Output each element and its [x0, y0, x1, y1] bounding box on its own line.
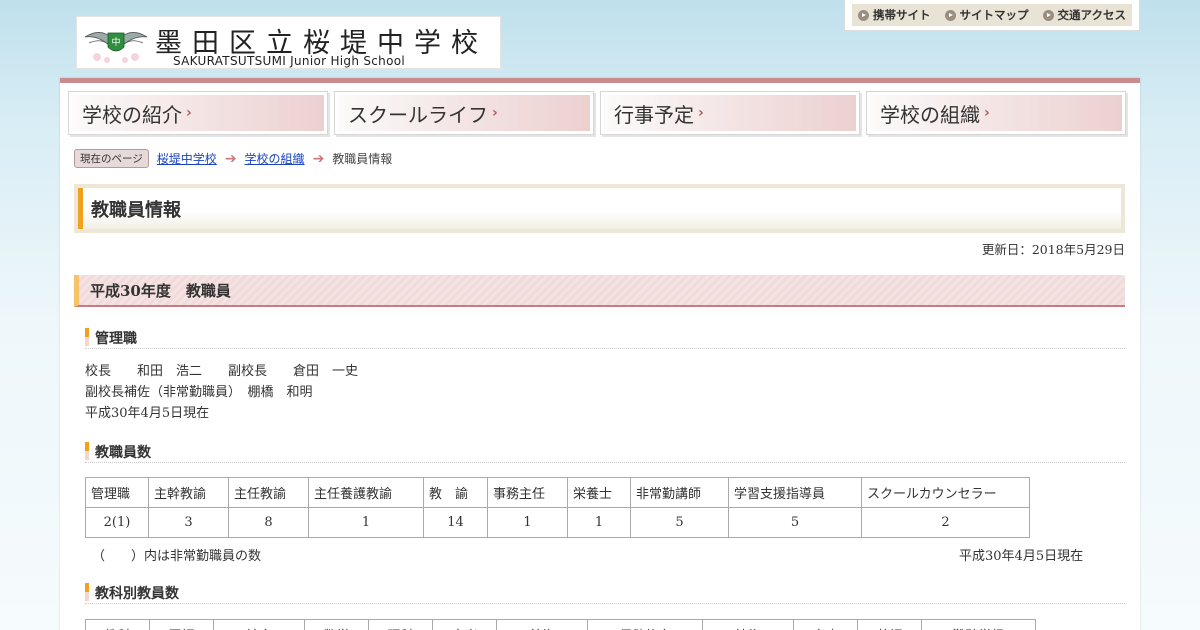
table-header-cell: 国語: [149, 619, 214, 630]
school-logo[interactable]: 中 墨田区立桜堤中学校 SAKURATSUTSUMI Junior High S…: [76, 16, 501, 69]
table-header-cell: 栄養士: [567, 477, 631, 508]
table-header-cell: 事務主任: [487, 477, 568, 508]
table-header-cell: 教科: [85, 619, 150, 630]
table-header-cell: 美術: [496, 619, 588, 630]
table-cell: 1: [308, 507, 424, 538]
school-emblem-icon: 中: [84, 32, 148, 63]
arrow-circle-icon: [1042, 9, 1054, 21]
breadcrumb-badge: 現在のページ: [74, 149, 149, 168]
table-header-cell: スクールカウンセラー: [861, 477, 1030, 508]
management-heading: 管理職: [85, 327, 1125, 349]
management-line: 校長 和田 浩二 副校長 倉田 一史: [85, 364, 359, 379]
arrow-circle-icon: [858, 9, 870, 21]
table-header-cell: 学習支援指導員: [728, 477, 862, 508]
table-header-cell: 英語: [857, 619, 922, 630]
staff-count-note: （ ）内は非常勤職員の数: [92, 549, 262, 564]
table-header-row: 管理職 主幹教諭 主任教諭 主任養護教諭 教 諭 事務主任 栄養士 非常勤講師 …: [85, 477, 1030, 508]
gnav-item-school-life[interactable]: スクールライフ ›: [334, 91, 594, 135]
table-header-cell: 管理職: [85, 477, 149, 508]
table-header-cell: 主任教諭: [228, 477, 309, 508]
table-header-cell: 技術: [702, 619, 794, 630]
table-header-cell: 主幹教諭: [148, 477, 229, 508]
util-link-sitemap[interactable]: サイトマップ: [944, 7, 1029, 23]
table-header-cell: 数学: [304, 619, 369, 630]
arrow-right-icon: ➔: [312, 150, 325, 167]
gnav-label: スクールライフ: [348, 102, 488, 127]
chevron-right-icon: ›: [698, 105, 704, 121]
section-heading: 平成30年度 教職員: [74, 275, 1125, 307]
table-header-cell: 主任養護教諭: [308, 477, 424, 508]
gnav-item-about[interactable]: 学校の紹介 ›: [68, 91, 328, 135]
arrow-circle-icon: [944, 9, 956, 21]
breadcrumb-link-organization[interactable]: 学校の組織: [245, 150, 305, 167]
util-link-mobile[interactable]: 携帯サイト: [858, 7, 931, 23]
page-title-box: 教職員情報: [74, 184, 1125, 233]
table-cell: 1: [567, 507, 631, 538]
table-cell: 14: [423, 507, 488, 538]
subject-count-heading: 教科別教員数: [85, 582, 1125, 604]
table-cell: 1: [487, 507, 568, 538]
table-cell: 2: [861, 507, 1030, 538]
chevron-right-icon: ›: [492, 105, 498, 121]
table-header-cell: 社会: [213, 619, 305, 630]
management-line: 副校長補佐（非常勤職員） 棚橋 和明: [85, 385, 313, 400]
gnav-item-organization[interactable]: 学校の組織 ›: [866, 91, 1126, 135]
svg-text:中: 中: [111, 36, 120, 48]
gnav-label: 学校の組織: [880, 102, 980, 127]
gnav-label: 行事予定: [614, 102, 694, 127]
table-header-cell: 非常勤講師: [630, 477, 729, 508]
util-link-label: 交通アクセス: [1057, 8, 1126, 22]
gnav-item-events[interactable]: 行事予定 ›: [600, 91, 860, 135]
school-name-english: SAKURATSUTSUMI Junior High School: [173, 54, 405, 68]
gnav-label: 学校の紹介: [82, 102, 182, 127]
table-header-row: 教科 国語 社会 数学 理科 音楽 美術 保健体育 技術 家庭 英語 難聴学級: [85, 619, 1036, 630]
main-container: 学校の紹介 › スクールライフ › 行事予定 › 学校の組織 › 現在のページ 桜堤中学…: [60, 78, 1140, 630]
util-link-access[interactable]: 交通アクセス: [1042, 7, 1126, 23]
table-header-cell: 教 諭: [423, 477, 488, 508]
breadcrumb-current: 教職員情報: [332, 152, 393, 166]
arrow-right-icon: ➔: [224, 150, 237, 167]
table-row: 2(1) 3 8 1 14 1 1 5 5 2: [85, 507, 1030, 538]
chevron-right-icon: ›: [186, 105, 192, 121]
staff-count-date: 平成30年4月5日現在: [959, 549, 1084, 564]
breadcrumb: 現在のページ 桜堤中学校 ➔ 学校の組織 ➔ 教職員情報: [74, 149, 392, 168]
table-cell: 2(1): [85, 507, 149, 538]
table-header-cell: 家庭: [793, 619, 858, 630]
table-cell: 5: [728, 507, 862, 538]
table-header-cell: 音楽: [432, 619, 497, 630]
subject-count-table: 教科 国語 社会 数学 理科 音楽 美術 保健体育 技術 家庭 英語 難聴学級: [85, 619, 1036, 630]
updated-date: 更新日：2018年5月29日: [981, 242, 1125, 257]
management-date: 平成30年4月5日現在: [85, 406, 210, 421]
util-link-label: 携帯サイト: [873, 8, 931, 22]
table-header-cell: 保健体育: [587, 619, 703, 630]
breadcrumb-link-home[interactable]: 桜堤中学校: [157, 150, 217, 167]
staff-count-heading: 教職員数: [85, 441, 1125, 463]
utility-nav: 携帯サイト サイトマップ 交通アクセス: [844, 0, 1140, 31]
util-link-label: サイトマップ: [959, 8, 1029, 22]
table-cell: 5: [630, 507, 729, 538]
global-nav: 学校の紹介 › スクールライフ › 行事予定 › 学校の組織 ›: [68, 91, 1132, 139]
table-header-cell: 難聴学級: [921, 619, 1036, 630]
staff-count-table: 管理職 主幹教諭 主任教諭 主任養護教諭 教 諭 事務主任 栄養士 非常勤講師 …: [85, 477, 1030, 538]
chevron-right-icon: ›: [984, 105, 990, 121]
table-cell: 3: [148, 507, 229, 538]
page-title: 教職員情報: [78, 188, 1121, 229]
table-cell: 8: [228, 507, 309, 538]
table-header-cell: 理科: [368, 619, 433, 630]
